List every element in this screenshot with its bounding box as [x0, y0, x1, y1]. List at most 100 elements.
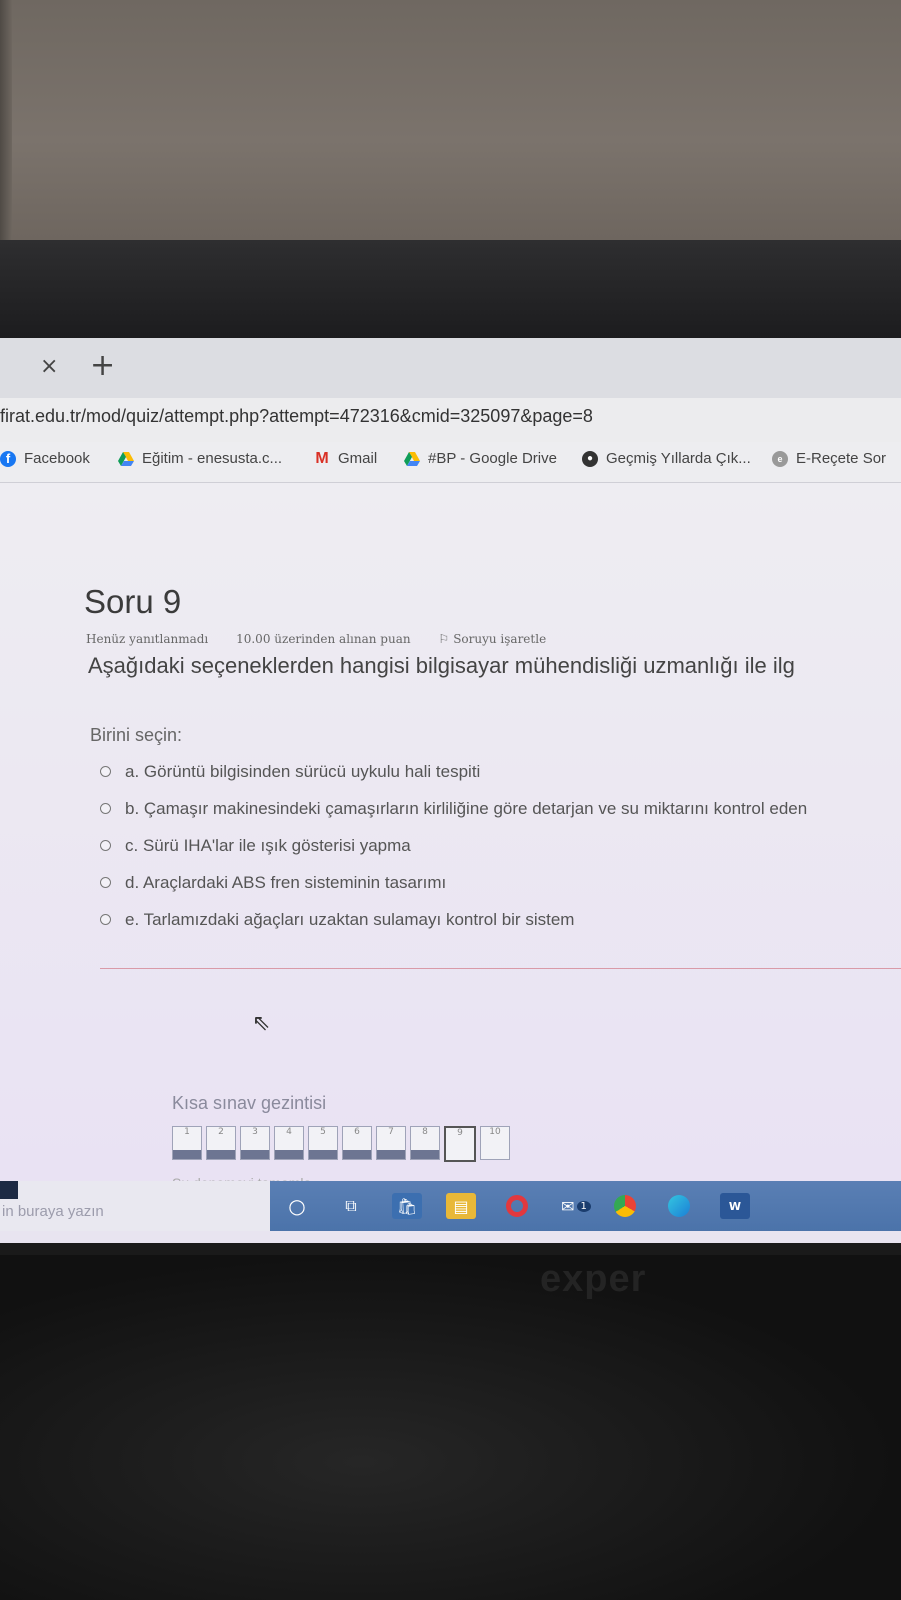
taskbar-search-box[interactable]: in buraya yazın [0, 1181, 270, 1231]
question-status: Henüz yanıtlanmadı [86, 632, 209, 646]
quiz-nav-page-6[interactable]: 6 [342, 1126, 372, 1160]
option-label[interactable]: c. Sürü IHA'lar ile ışık gösterisi yapma [125, 836, 411, 856]
answer-option-a[interactable]: a. Görüntü bilgisinden sürücü uykulu hal… [100, 753, 807, 790]
question-title: Soru 9 [84, 583, 182, 620]
wall-corner [0, 0, 12, 240]
url-text[interactable]: firat.edu.tr/mod/quiz/attempt.php?attemp… [0, 406, 593, 427]
google-drive-icon [404, 451, 420, 466]
screen: × + firat.edu.tr/mod/quiz/attempt.php?at… [0, 338, 901, 1243]
bookmark-egitim[interactable]: Eğitim - enesusta.c... [118, 450, 282, 467]
quiz-nav-page-2[interactable]: 2 [206, 1126, 236, 1160]
bookmarks-bar: f Facebook Eğitim - enesusta.c... M Gmai… [0, 442, 901, 483]
device-brand-logo: exper [540, 1258, 647, 1300]
quiz-nav-page-3[interactable]: 3 [240, 1126, 270, 1160]
option-label[interactable]: e. Tarlamızdaki ağaçları uzaktan sulamay… [125, 910, 574, 930]
answered-indicator [377, 1150, 405, 1159]
answered-indicator [343, 1150, 371, 1159]
taskbar-search-placeholder[interactable]: in buraya yazın [2, 1203, 104, 1220]
quiz-nav-page-4[interactable]: 4 [274, 1126, 304, 1160]
answered-indicator [275, 1150, 303, 1159]
quiz-nav-page-9[interactable]: 9 [444, 1126, 476, 1162]
site-icon: e [772, 450, 788, 467]
file-explorer-icon[interactable]: ▤ [446, 1193, 476, 1219]
answer-option-e[interactable]: e. Tarlamızdaki ağaçları uzaktan sulamay… [100, 901, 807, 938]
tab-bar: × + [0, 338, 901, 398]
edge-icon[interactable] [664, 1193, 694, 1219]
store-icon[interactable]: 🛍 [392, 1193, 422, 1219]
close-tab-icon[interactable]: × [40, 354, 58, 379]
page-number: 1 [184, 1127, 190, 1137]
bookmark-gmail[interactable]: M Gmail [314, 450, 377, 467]
answered-indicator [173, 1150, 201, 1159]
cortana-icon[interactable]: ○ [282, 1193, 312, 1219]
quiz-navigation-grid: 1 2 3 4 5 6 7 8 9 10 [172, 1126, 510, 1162]
page-number: 4 [286, 1127, 292, 1137]
background-wall [0, 0, 901, 255]
page-number: 7 [388, 1127, 394, 1137]
choose-one-label: Birini seçin: [90, 725, 183, 745]
bookmark-label: E-Reçete Sor [796, 450, 887, 467]
globe-icon: ● [582, 450, 598, 467]
page-number: 9 [457, 1128, 463, 1138]
chrome-icon[interactable] [610, 1193, 640, 1219]
quiz-nav-page-1[interactable]: 1 [172, 1126, 202, 1160]
start-button[interactable] [0, 1181, 18, 1199]
option-label[interactable]: b. Çamaşır makinesindeki çamaşırların ki… [125, 799, 807, 819]
new-tab-button[interactable]: + [90, 348, 115, 383]
bookmark-label: Gmail [338, 450, 378, 467]
answer-option-d[interactable]: d. Araçlardaki ABS fren sisteminin tasar… [100, 864, 807, 901]
quiz-navigation-title: Kısa sınav gezintisi [172, 1093, 327, 1113]
mail-icon[interactable]: ✉ 1 [556, 1193, 596, 1219]
page-number: 3 [252, 1127, 258, 1137]
opera-icon[interactable] [502, 1193, 532, 1219]
page-number: 10 [489, 1127, 501, 1137]
page-number: 8 [422, 1127, 428, 1137]
bookmark-label: #BP - Google Drive [428, 450, 557, 467]
question-points: 10.00 üzerinden alınan puan [236, 632, 411, 646]
quiz-nav-page-10[interactable]: 10 [480, 1126, 510, 1160]
answered-indicator [411, 1150, 439, 1159]
answered-indicator [207, 1150, 235, 1159]
quiz-nav-page-5[interactable]: 5 [308, 1126, 338, 1160]
option-label[interactable]: a. Görüntü bilgisinden sürücü uykulu hal… [125, 762, 480, 782]
flag-label: Soruyu işaretle [453, 632, 547, 646]
answer-option-c[interactable]: c. Sürü IHA'lar ile ışık gösterisi yapma [100, 827, 807, 864]
radio-button[interactable] [100, 914, 111, 925]
task-view-icon[interactable]: ⧉ [336, 1193, 366, 1219]
mouse-cursor-icon: ⇖ [252, 1011, 271, 1036]
answer-options: a. Görüntü bilgisinden sürücü uykulu hal… [100, 753, 807, 938]
windows-taskbar: in buraya yazın ○ ⧉ 🛍 ▤ ✉ 1 W [0, 1181, 901, 1231]
google-drive-icon [118, 451, 134, 466]
quiz-nav-page-7[interactable]: 7 [376, 1126, 406, 1160]
laptop-keyboard-area [0, 1255, 901, 1600]
bookmark-label: Facebook [24, 450, 90, 467]
radio-button[interactable] [100, 840, 111, 851]
bookmark-ereçete[interactable]: e E-Reçete Sor [772, 450, 886, 467]
divider [100, 968, 901, 969]
quiz-nav-page-8[interactable]: 8 [410, 1126, 440, 1160]
gmail-icon: M [315, 449, 329, 467]
page-number: 6 [354, 1127, 360, 1137]
radio-button[interactable] [100, 803, 111, 814]
bookmark-gecmis[interactable]: ● Geçmiş Yıllarda Çık... [582, 450, 751, 467]
answered-indicator [309, 1150, 337, 1159]
bookmark-bp-drive[interactable]: #BP - Google Drive [404, 450, 557, 467]
question-text: Aşağıdaki seçeneklerden hangisi bilgisay… [88, 653, 795, 678]
answer-option-b[interactable]: b. Çamaşır makinesindeki çamaşırların ki… [100, 790, 807, 827]
radio-button[interactable] [100, 877, 111, 888]
monitor-bezel-top [0, 240, 901, 340]
flag-icon: ⚐ [438, 632, 450, 646]
answered-indicator [241, 1150, 269, 1159]
bookmark-facebook[interactable]: f Facebook [0, 450, 90, 467]
word-icon[interactable]: W [720, 1193, 750, 1219]
page-content: Soru 9 Henüz yanıtlanmadı 10.00 üzerinde… [0, 483, 901, 1191]
question-meta: Henüz yanıtlanmadı 10.00 üzerinden alına… [86, 632, 570, 646]
address-bar[interactable]: firat.edu.tr/mod/quiz/attempt.php?attemp… [0, 398, 901, 442]
bookmark-label: Eğitim - enesusta.c... [142, 450, 283, 467]
page-number: 2 [218, 1127, 224, 1137]
page-number: 5 [320, 1127, 326, 1137]
flag-question-link[interactable]: ⚐ Soruyu işaretle [438, 632, 546, 646]
option-label[interactable]: d. Araçlardaki ABS fren sisteminin tasar… [125, 873, 446, 893]
bookmark-label: Geçmiş Yıllarda Çık... [606, 450, 751, 467]
radio-button[interactable] [100, 766, 111, 777]
